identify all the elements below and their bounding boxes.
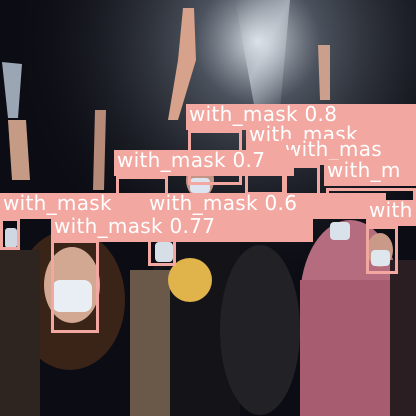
detection-box [51, 240, 99, 333]
detection-label: with_mask 0.77 [51, 216, 313, 242]
detection-label: with_m [324, 160, 416, 186]
detection-image: with_mask 0.8 with_mask with_mas with_mask … [0, 0, 416, 416]
detection-box [0, 218, 20, 250]
detection-box [366, 226, 398, 274]
detection-label: with_mask 0.7 [114, 150, 294, 176]
detection-label: with [366, 200, 416, 226]
